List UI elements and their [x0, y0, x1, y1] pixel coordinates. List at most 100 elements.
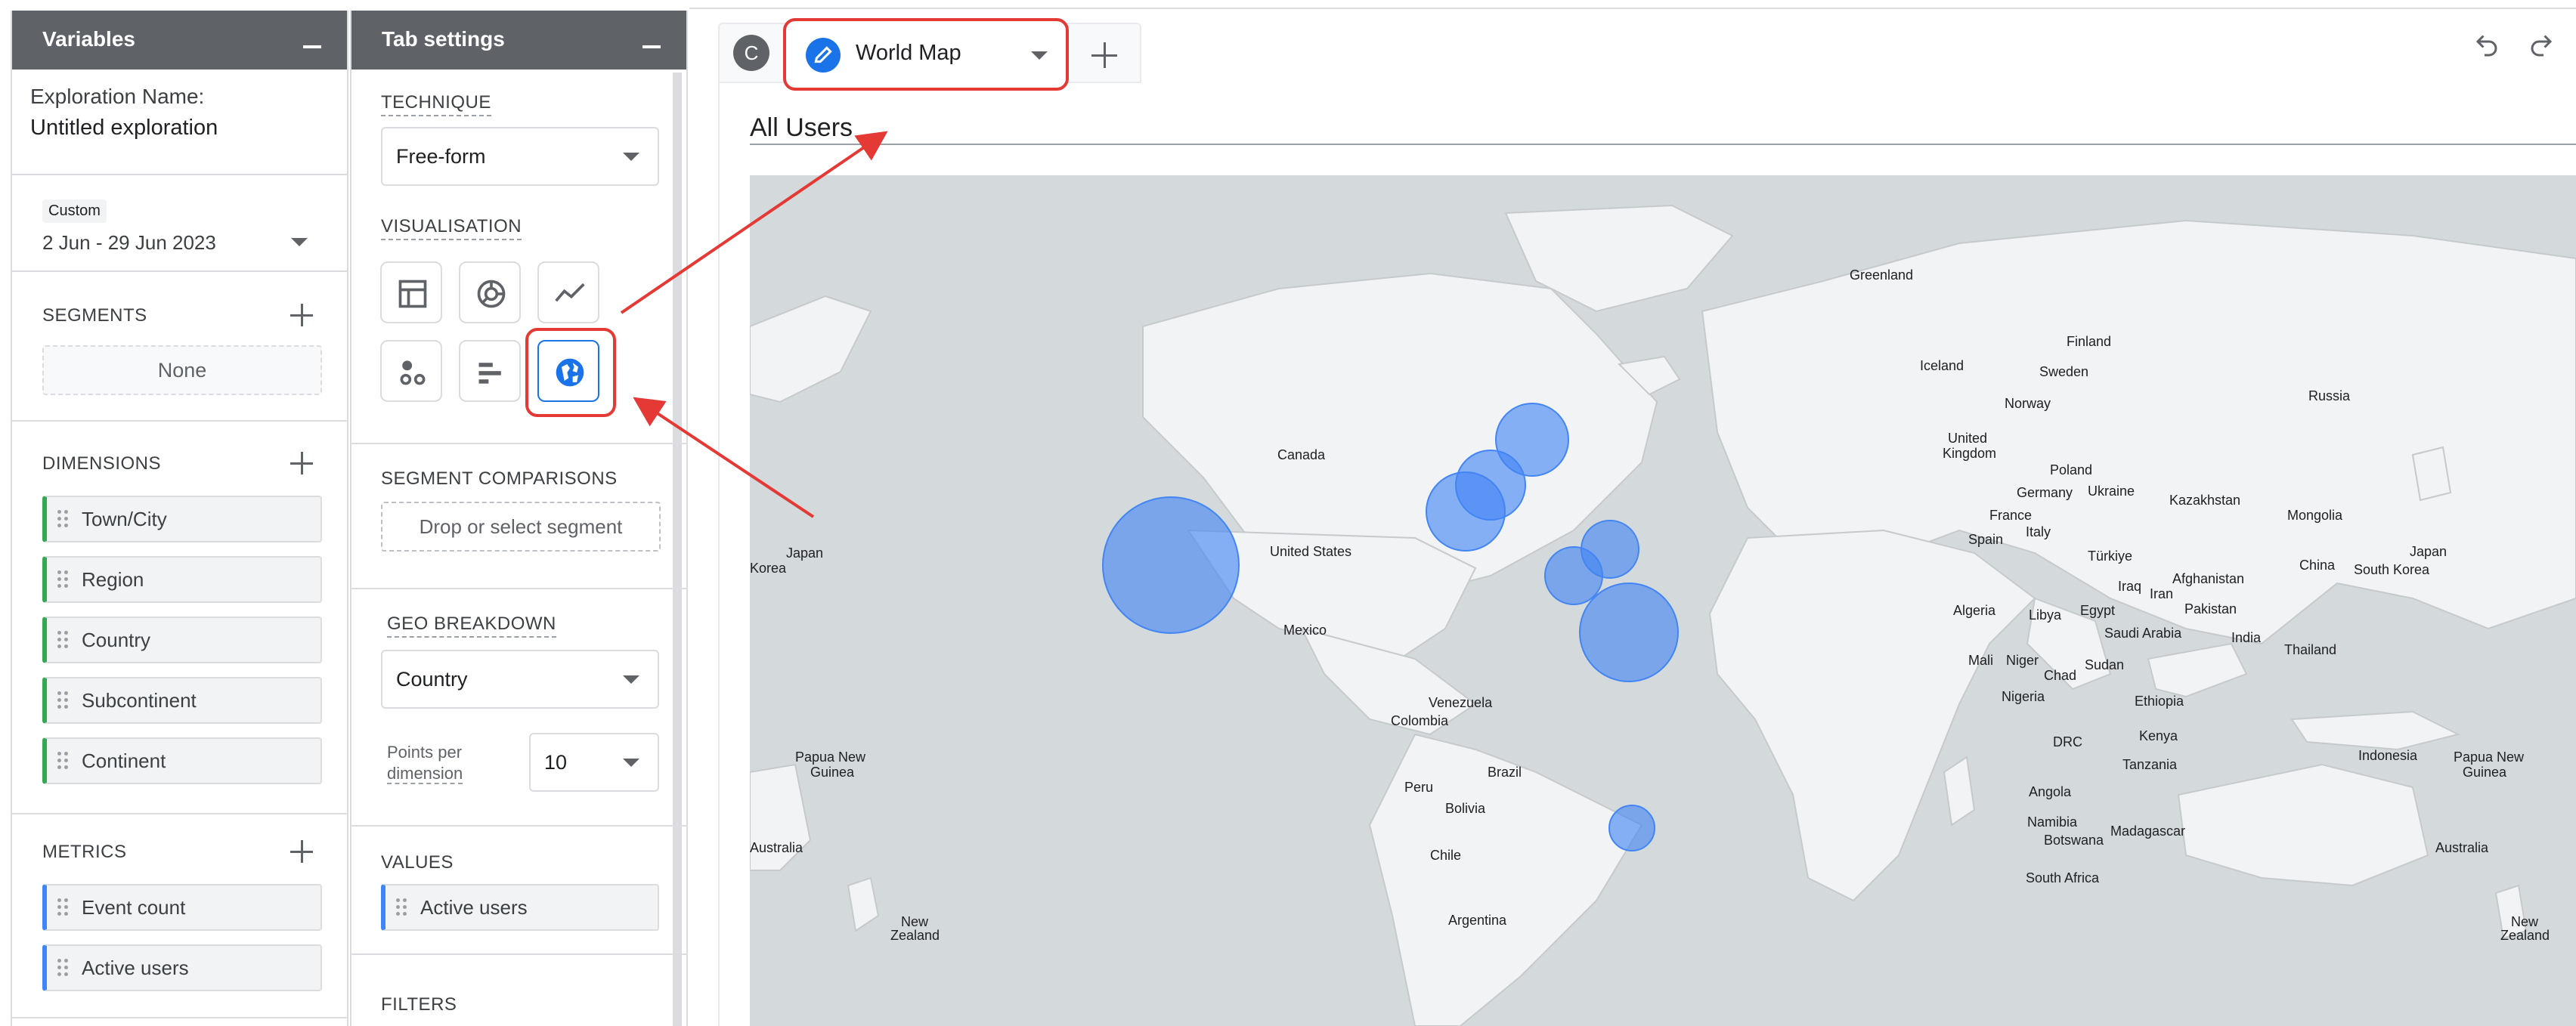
chevron-down-icon[interactable] [623, 759, 639, 767]
variables-header: Variables [12, 11, 347, 70]
map-label: Thailand [2284, 642, 2337, 657]
scatter-viz-button[interactable] [380, 340, 442, 402]
bar-viz-button[interactable] [459, 340, 521, 402]
map-label: Papua New [2454, 749, 2525, 765]
metric-chip[interactable]: Active users [42, 944, 322, 991]
donut-viz-button[interactable] [459, 261, 521, 323]
segments-title: SEGMENTS [42, 305, 147, 326]
map-label: Mali [1968, 653, 1994, 668]
geo-breakdown-select[interactable]: Country [381, 650, 659, 709]
world-map-land [750, 204, 2576, 1026]
add-dimension-icon[interactable] [290, 452, 313, 474]
tab-settings-header: Tab settings [351, 11, 686, 70]
report-title: All Users [750, 113, 853, 142]
dimension-chip[interactable]: Region [42, 556, 322, 603]
geo-map-viz-button[interactable] [537, 340, 599, 402]
map-label: France [1989, 508, 2033, 523]
segments-none: None [42, 345, 322, 395]
chevron-down-icon[interactable] [1031, 51, 1048, 60]
undo-icon[interactable] [2473, 30, 2500, 57]
map-label: Libya [2029, 607, 2062, 623]
redo-icon[interactable] [2528, 30, 2555, 57]
drag-handle-icon[interactable] [57, 510, 70, 528]
points-label-line1: Points per [387, 743, 463, 762]
drop-segment-target[interactable]: Drop or select segment [381, 502, 661, 552]
add-metric-icon[interactable] [290, 840, 313, 863]
points-value: 10 [544, 751, 568, 774]
dimension-label: Region [82, 568, 144, 591]
map-label: South Africa [2026, 870, 2100, 885]
map-label: Angola [2029, 784, 2072, 799]
map-label: Sweden [2039, 364, 2089, 379]
map-label: Mongolia [2287, 508, 2343, 523]
drag-handle-icon[interactable] [57, 631, 70, 649]
scatter-plot-icon [400, 360, 426, 385]
scrollbar[interactable] [673, 73, 682, 1026]
map-label: Chile [1430, 848, 1462, 863]
map-label: Japan [2410, 544, 2448, 559]
geo-breakdown-title: GEO BREAKDOWN [387, 613, 556, 638]
drag-handle-icon[interactable] [57, 570, 70, 589]
date-range-picker[interactable]: 2 Jun - 29 Jun 2023 [42, 231, 216, 255]
dimension-chip[interactable]: Subcontinent [42, 677, 322, 724]
divider [12, 270, 347, 272]
map-label: Guinea [810, 765, 855, 780]
dimension-label: Country [82, 629, 151, 651]
metric-label: Event count [82, 896, 186, 919]
map-label: Kazakhstan [2169, 493, 2241, 508]
chevron-down-icon[interactable] [291, 238, 308, 246]
line-viz-button[interactable] [537, 261, 599, 323]
map-label: DRC [2053, 734, 2082, 749]
map-label: Zealand [890, 928, 940, 943]
map-label: Kingdom [1943, 446, 1997, 461]
metric-chip[interactable]: Event count [42, 884, 322, 931]
tab-world-map[interactable]: World Map [783, 18, 1069, 91]
tab-label: World Map [856, 41, 961, 65]
map-label: Ukraine [2088, 484, 2135, 499]
map-label: United States [1270, 544, 1352, 559]
map-label: Papua New [795, 749, 866, 765]
map-label: Poland [2050, 462, 2093, 477]
technique-select[interactable]: Free-form [381, 127, 659, 186]
value-chip[interactable]: Active users [381, 884, 659, 931]
map-label: Guinea [2463, 765, 2507, 780]
date-custom-tag: Custom [42, 199, 107, 223]
map-label: Peru [1404, 780, 1434, 795]
dimension-chip[interactable]: Country [42, 617, 322, 663]
drag-handle-icon[interactable] [57, 752, 70, 770]
map-label: Madagascar [2110, 824, 2186, 839]
technique-title: TECHNIQUE [381, 92, 491, 116]
divider [12, 1017, 347, 1018]
table-viz-button[interactable] [380, 261, 442, 323]
divider [351, 588, 686, 589]
add-tab-icon[interactable] [1091, 42, 1117, 68]
map-label: Zealand [2500, 928, 2550, 943]
divider [12, 813, 347, 814]
map-label: Botswana [2044, 833, 2104, 848]
map-label: Iran [2150, 586, 2174, 601]
chevron-down-icon[interactable] [623, 675, 639, 684]
map-label: Indonesia [2358, 748, 2418, 763]
chevron-down-icon[interactable] [623, 153, 639, 161]
map-label: Pakistan [2184, 601, 2237, 617]
world-map[interactable]: Greenland Iceland Finland Sweden Norway … [750, 175, 2576, 1026]
points-per-dimension-select[interactable]: 10 [529, 733, 659, 792]
pencil-icon[interactable] [806, 38, 841, 73]
avatar[interactable]: C [733, 35, 769, 71]
exploration-name-input[interactable]: Untitled exploration [30, 116, 218, 141]
add-segment-icon[interactable] [290, 304, 313, 326]
dimension-chip[interactable]: Town/City [42, 496, 322, 542]
globe-icon [556, 358, 584, 387]
drag-handle-icon[interactable] [396, 898, 408, 916]
drag-handle-icon[interactable] [57, 959, 70, 977]
map-label: Brazil [1488, 765, 1522, 780]
drag-handle-icon[interactable] [57, 898, 70, 916]
drag-handle-icon[interactable] [57, 691, 70, 709]
map-label: Spain [1968, 532, 2004, 547]
dimension-chip[interactable]: Continent [42, 737, 322, 784]
collapse-icon[interactable] [303, 45, 321, 48]
collapse-icon[interactable] [642, 45, 661, 48]
map-label: Japan [786, 545, 824, 561]
map-label: Egypt [2080, 603, 2116, 618]
divider [351, 953, 686, 955]
